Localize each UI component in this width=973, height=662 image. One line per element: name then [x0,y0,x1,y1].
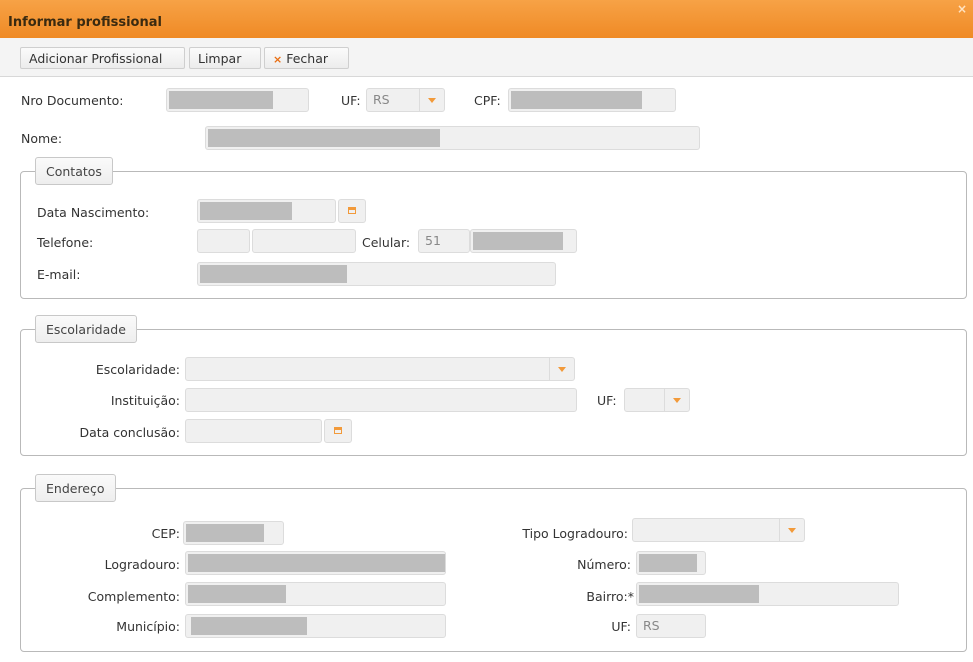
municipio-input[interactable] [185,614,446,638]
tipo-logradouro-label: Tipo Logradouro: [522,526,628,541]
contatos-legend: Contatos [35,157,113,185]
window-close-icon[interactable]: × [957,2,967,16]
nome-input[interactable] [205,126,700,150]
redacted-value [473,232,563,250]
uf-value: RS [373,92,390,107]
escolaridade-select[interactable] [185,357,575,381]
celular-label: Celular: [362,235,411,250]
endereco-uf-value: RS [643,618,660,633]
uf-select[interactable]: RS [366,88,445,112]
telefone-number-input[interactable] [252,229,356,253]
logradouro-input[interactable] [185,551,446,575]
redacted-value [208,129,440,147]
telefone-label: Telefone: [37,235,94,250]
redacted-value [511,91,642,109]
redacted-value [186,524,264,542]
cep-label: CEP: [151,526,180,541]
data-nascimento-input[interactable] [197,199,336,223]
add-professional-label: Adicionar Profissional [29,51,163,66]
escolaridade-legend: Escolaridade [35,315,137,343]
bairro-label: Bairro:* [586,589,634,604]
close-button[interactable]: × Fechar [264,47,349,69]
endereco-uf-input[interactable]: RS [636,614,706,638]
calendar-icon [334,427,342,434]
celular-number-input[interactable] [470,229,577,253]
complemento-label: Complemento: [87,589,180,604]
instituicao-input[interactable] [185,388,577,412]
tipo-logradouro-select[interactable] [632,518,805,542]
chevron-down-icon[interactable] [549,358,574,380]
data-conclusao-label: Data conclusão: [79,425,180,440]
escolaridade-label: Escolaridade: [95,362,180,377]
calendar-icon [348,207,356,214]
redacted-value [639,585,759,603]
data-nascimento-calendar-button[interactable] [338,199,366,223]
numero-input[interactable] [636,551,706,575]
redacted-value [169,91,273,109]
window-title: Informar profissional [8,15,162,30]
instituicao-label: Instituição: [110,393,180,408]
bairro-input[interactable] [636,582,899,606]
redacted-value [188,585,286,603]
celular-ddd-input[interactable]: 51 [418,229,470,253]
chevron-down-icon[interactable] [664,389,689,411]
redacted-value [188,554,445,572]
celular-ddd-value: 51 [425,233,441,248]
municipio-label: Município: [116,619,180,634]
logradouro-label: Logradouro: [104,557,180,572]
close-icon: × [273,53,283,66]
telefone-ddd-input[interactable] [197,229,250,253]
cpf-input[interactable] [508,88,676,112]
cep-input[interactable] [183,521,284,545]
uf-label: UF: [341,93,361,108]
endereco-uf-label: UF: [611,619,631,634]
chevron-down-icon[interactable] [779,519,804,541]
endereco-legend: Endereço [35,474,116,502]
clear-button[interactable]: Limpar [189,47,261,69]
nro-documento-label: Nro Documento: [21,93,124,108]
nome-label: Nome: [21,131,63,146]
close-label: Fechar [286,51,329,66]
redacted-value [200,202,292,220]
add-professional-button[interactable]: Adicionar Profissional [20,47,185,69]
toolbar: Adicionar Profissional Limpar × Fechar [0,38,973,77]
chevron-down-icon[interactable] [419,89,444,111]
escolaridade-uf-label: UF: [597,393,617,408]
window-titlebar: Informar profissional × [0,0,973,38]
redacted-value [200,265,347,283]
redacted-value [191,617,307,635]
cpf-label: CPF: [474,93,501,108]
nro-documento-input[interactable] [166,88,309,112]
clear-label: Limpar [198,51,242,66]
data-conclusao-input[interactable] [185,419,322,443]
numero-label: Número: [577,557,631,572]
email-input[interactable] [197,262,556,286]
data-nascimento-label: Data Nascimento: [37,205,150,220]
email-label: E-mail: [37,267,81,282]
escolaridade-uf-select[interactable] [624,388,690,412]
complemento-input[interactable] [185,582,446,606]
redacted-value [639,554,697,572]
data-conclusao-calendar-button[interactable] [324,419,352,443]
